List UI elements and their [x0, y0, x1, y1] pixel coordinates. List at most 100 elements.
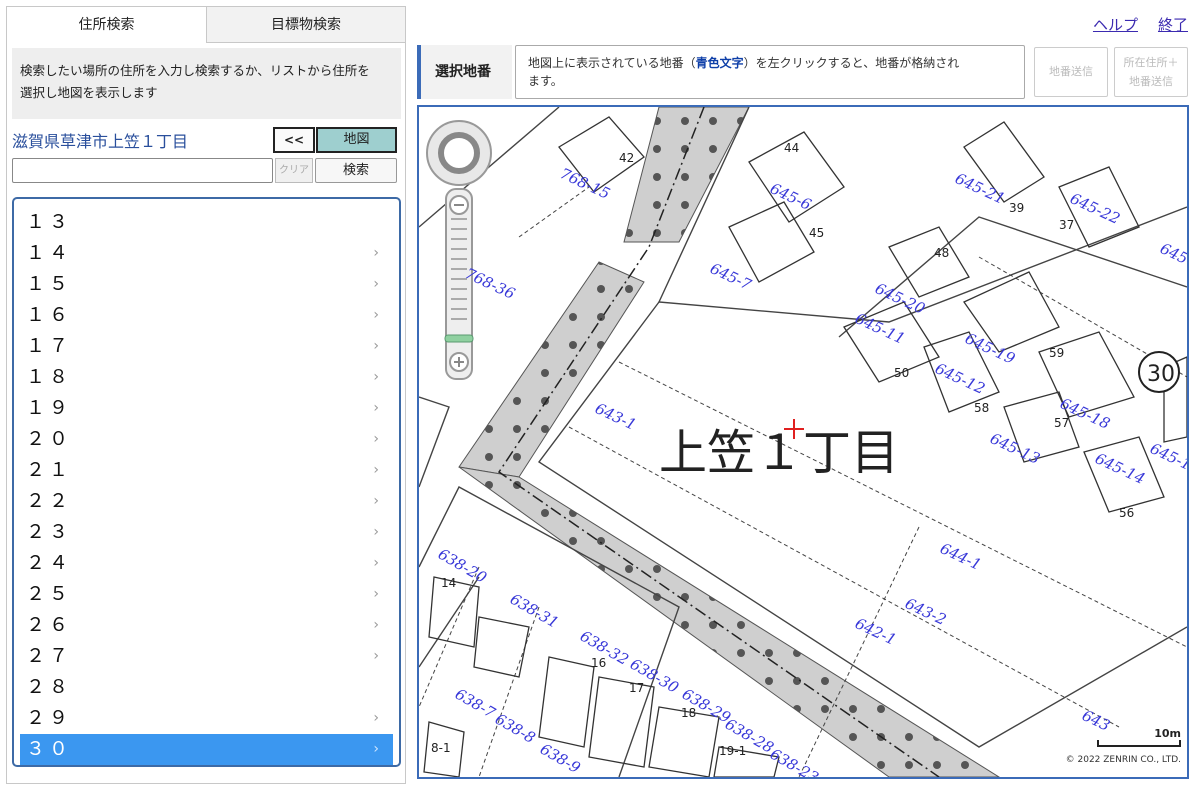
list-item[interactable]: ２４ ›	[20, 548, 393, 579]
list-item[interactable]: ２９ ›	[20, 703, 393, 734]
list-item-label: ３０	[26, 738, 73, 760]
list-item[interactable]: ２６ ›	[20, 610, 393, 641]
list-item[interactable]: １４ ›	[20, 238, 393, 269]
chevron-right-icon: ›	[373, 493, 379, 509]
parcel-number[interactable]: 645-13	[987, 429, 1042, 468]
list-item[interactable]: ２０ ›	[20, 424, 393, 455]
search-description: 検索したい場所の住所を入力し検索するか、リストから住所を 選択し地図を表示します	[12, 48, 401, 119]
chevron-right-icon: ›	[373, 710, 379, 726]
parcel-number[interactable]: 645-11	[852, 309, 907, 348]
list-item-label: １７	[26, 335, 73, 357]
back-button[interactable]: <<	[273, 127, 315, 153]
building-number: 37	[1059, 218, 1074, 232]
send-parcel-button[interactable]: 地番送信	[1034, 47, 1108, 97]
building-number: 59	[1049, 346, 1064, 360]
road-north	[623, 107, 750, 243]
scale-label: 10m	[1154, 727, 1181, 740]
list-item[interactable]: ２３ ›	[20, 517, 393, 548]
building-number: 58	[974, 401, 989, 415]
scale-bar: 10m	[1097, 727, 1181, 747]
parcel-number[interactable]: 644-1	[937, 539, 984, 574]
building-number: 48	[934, 246, 949, 260]
zoom-slider-handle[interactable]	[444, 334, 474, 343]
search-tabs: 住所検索 目標物検索	[7, 7, 405, 43]
header-links: ヘルプ 終了	[1073, 14, 1188, 35]
parcel-number[interactable]: 638-7	[452, 685, 499, 722]
parcel-number[interactable]: 645-7	[707, 259, 754, 294]
pan-control[interactable]	[426, 120, 492, 186]
building-number: 57	[1054, 416, 1069, 430]
select-parcel-info: 地図上に表示されている地番（青色文字）を左クリックすると、地番が格納され ます。	[515, 45, 1025, 99]
list-item[interactable]: ２２ ›	[20, 486, 393, 517]
list-item-label: １９	[26, 397, 73, 419]
chevron-right-icon: ›	[373, 741, 379, 757]
list-item-label: ２３	[26, 521, 73, 543]
chevron-right-icon: ›	[373, 586, 379, 602]
parcel-number[interactable]: 645-6	[767, 179, 814, 214]
list-item[interactable]: ２５ ›	[20, 579, 393, 610]
list-item[interactable]: １８ ›	[20, 362, 393, 393]
list-item[interactable]: ３０ ›	[20, 734, 393, 765]
list-item[interactable]: １６ ›	[20, 300, 393, 331]
parcel-number[interactable]: 645-21	[952, 169, 1007, 208]
building-number: 56	[1119, 506, 1134, 520]
info-text-line2: ます。	[528, 74, 563, 88]
list-item[interactable]: ２１ ›	[20, 455, 393, 486]
list-item[interactable]: ２８	[20, 672, 393, 703]
help-link[interactable]: ヘルプ	[1093, 16, 1138, 34]
map-canvas[interactable]: 上笠１丁目 30 768-15 645-6 645-21645-22645-27…	[419, 107, 1187, 777]
info-text-after: ）を左クリックすると、地番が格納され	[743, 56, 960, 70]
chevron-right-icon: ›	[373, 338, 379, 354]
map-button[interactable]: 地図	[316, 127, 397, 153]
parcel-number[interactable]: 645-19	[962, 329, 1018, 368]
list-item[interactable]: １３	[20, 207, 393, 238]
map-view[interactable]: 上笠１丁目 30 768-15 645-6 645-21 645-22 645-…	[417, 105, 1189, 779]
parcel-number[interactable]: 645-2	[1157, 239, 1187, 274]
list-item[interactable]: １７ ›	[20, 331, 393, 362]
list-item[interactable]: １９ ›	[20, 393, 393, 424]
tab-address-search[interactable]: 住所検索	[7, 7, 207, 43]
chevron-right-icon: ›	[373, 400, 379, 416]
building-number: 50	[894, 366, 909, 380]
building-number: 8-1	[431, 741, 451, 755]
parcel-number[interactable]: 642-1	[852, 614, 899, 649]
building-number: 17	[629, 681, 644, 695]
zoom-control[interactable]	[444, 188, 474, 380]
list-item-label: ２１	[26, 459, 73, 481]
info-text-before: 地図上に表示されている地番（	[528, 56, 696, 70]
list-item-label: １８	[26, 366, 73, 388]
search-button[interactable]: 検索	[315, 158, 397, 183]
parcel-number[interactable]: 638-31	[507, 590, 562, 632]
chevron-right-icon: ›	[373, 462, 379, 478]
chevron-right-icon: ›	[373, 369, 379, 385]
send-address-line1: 所在住所＋	[1123, 56, 1179, 69]
list-item[interactable]: １５ ›	[20, 269, 393, 300]
parcel-number[interactable]: 645-12	[932, 359, 987, 398]
exit-link[interactable]: 終了	[1158, 16, 1188, 34]
map-copyright: © 2022 ZENRIN CO., LTD.	[1065, 755, 1181, 765]
list-item-label: ２９	[26, 707, 73, 729]
parcel-number[interactable]: 645-14	[1092, 449, 1147, 488]
address-list[interactable]: １３ １４ › １５ › １６ › １７ › １８ › １９ › ２０ › ２１ › ２２ › ２３ › ２４ › ２５ › ２６…	[12, 197, 401, 767]
list-item-label: ２４	[26, 552, 73, 574]
chevron-right-icon: ›	[373, 617, 379, 633]
list-item-label: ２８	[26, 676, 73, 698]
building-number: 42	[619, 151, 634, 165]
search-input[interactable]	[12, 158, 273, 183]
send-address-parcel-button[interactable]: 所在住所＋ 地番送信	[1114, 47, 1188, 97]
building-number: 18	[681, 706, 696, 720]
parcel-number[interactable]: 645-22	[1067, 189, 1122, 228]
tab-landmark-search[interactable]: 目標物検索	[207, 7, 405, 43]
building-number: 44	[784, 141, 799, 155]
parcel-number[interactable]: 643-2	[902, 594, 949, 629]
address-search-panel: 住所検索 目標物検索 検索したい場所の住所を入力し検索するか、リストから住所を …	[6, 6, 406, 784]
parcel-number[interactable]: 638-8	[492, 710, 538, 747]
clear-button[interactable]: クリア	[275, 158, 313, 183]
list-item[interactable]: ２７ ›	[20, 641, 393, 672]
parcel-number[interactable]: 643-1	[592, 399, 639, 434]
parcel-number[interactable]: 645-1	[1147, 439, 1187, 474]
parcel-number[interactable]: 768-15	[557, 164, 612, 203]
list-item-label: １３	[26, 211, 73, 233]
info-highlight: 青色文字	[695, 56, 744, 70]
chevron-right-icon: ›	[373, 276, 379, 292]
